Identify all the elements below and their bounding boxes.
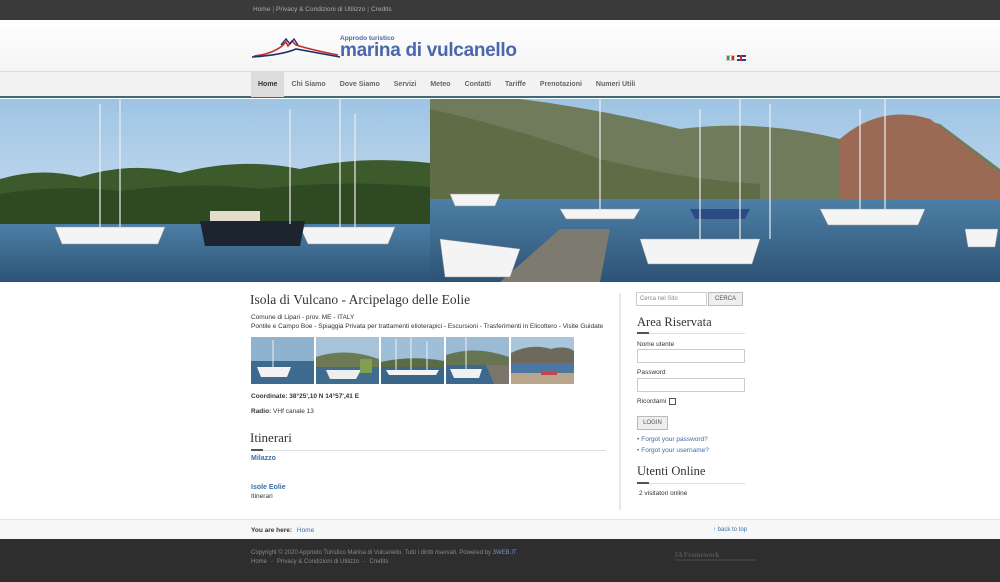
nav-item-chi-siamo[interactable]: Chi Siamo [284,72,332,97]
article-location: Comune di Lipari - prov. ME - ITALY [251,314,355,321]
column-separator [619,293,621,510]
gallery-photo[interactable] [446,337,509,384]
divider [637,483,745,484]
coordinates: Coordinate: 38°25',10 N 14°57',41 E [251,393,359,400]
remember-checkbox[interactable] [669,398,676,405]
gallery-photo[interactable] [316,337,379,384]
separator: | [367,6,369,13]
password-label: Password [637,369,666,376]
nav-item-numeri-utili[interactable]: Numeri Utili [589,72,642,97]
itinerary-link-isole-eolie[interactable]: Isole Eolie [251,484,286,491]
nav-item-dove-siamo[interactable]: Dove Siamo [333,72,387,97]
username-field[interactable] [637,349,745,363]
logo-title[interactable]: marina di vulcanello [340,40,517,62]
username-label: Nome utente [637,341,675,348]
nav-item-meteo[interactable]: Meteo [423,72,457,97]
top-link-home[interactable]: Home [253,6,270,13]
divider [251,450,606,451]
top-link-privacy[interactable]: Privacy & Condizioni di Utilizzo [276,6,365,13]
article-services: Pontile e Campo Boe - Spiaggia Privata p… [251,323,604,330]
top-links: Home | Privacy & Condizioni di Utilizzo | Cr… [253,6,392,13]
article-title: Isola di Vulcano - Arcipelago delle Eoli… [250,292,471,307]
top-link-credits[interactable]: Credits [371,6,392,13]
nav-item-home[interactable]: Home [251,72,285,97]
footer-link-privacy[interactable]: Privacy & Condizioni di Utilizzo [277,559,359,565]
divider-accent [637,332,649,334]
forgot-username-link[interactable]: Forgot your username? [641,447,709,454]
bullet-icon: • [637,447,640,454]
back-to-top-link[interactable]: ↑ back to top [713,527,747,533]
itinerari-title: Itinerari [250,430,292,445]
coordinates-label: Coordinate: [251,393,288,400]
framework-logo-text: JA Framework [674,551,719,559]
italian-flag-icon[interactable] [726,55,735,61]
login-title: Area Riservata [637,315,712,329]
site-footer: Copyright © 2020 Approdo Turistico Marin… [0,539,1000,582]
separator: - [271,559,274,565]
language-selector [726,55,746,61]
breadcrumb: You are here: Home ↑ back to top [0,519,1000,539]
powered-by-link[interactable]: 3WEB.IT [493,550,517,556]
gallery-photo[interactable] [381,337,444,384]
nav-item-contatti[interactable]: Contatti [458,72,498,97]
divider-accent [251,449,263,451]
footer-link-home[interactable]: Home [251,559,267,565]
footer-link-credits[interactable]: Credits [369,559,388,565]
copyright: Copyright © 2020 Approdo Turistico Marin… [251,550,517,556]
forgot-password-link[interactable]: Forgot your password? [641,436,707,443]
breadcrumb-trail: You are here: Home [251,527,314,534]
main-nav: Home Chi Siamo Dove Siamo Servizi Meteo … [0,72,1000,98]
top-bar: Home | Privacy & Condizioni di Utilizzo | Cr… [0,0,1000,20]
search-button[interactable]: CERCA [708,292,743,306]
footer-links: Home - Privacy & Condizioni di Utilizzo - Cr… [251,559,388,565]
radio-value: VHf canale 13 [273,408,314,415]
gallery-photo[interactable] [511,337,574,384]
remember-label: Ricordami [637,398,667,405]
nav-item-prenotazioni[interactable]: Prenotazioni [533,72,589,97]
password-field[interactable] [637,378,745,392]
copyright-text: Copyright © 2020 Approdo Turistico Marin… [251,550,493,556]
nav-item-servizi[interactable]: Servizi [387,72,424,97]
radio-info: Radio: VHf canale 13 [251,408,314,415]
search-input[interactable]: Cerca nel Sito [636,292,707,306]
itinerary-link-milazzo[interactable]: Milazzo [251,455,276,462]
gallery-photo[interactable] [251,337,314,384]
online-count: 2 visitatori online [639,490,688,497]
bullet-icon: • [637,436,640,443]
divider [637,333,745,334]
radio-label: Radio: [251,408,272,415]
online-title: Utenti Online [637,464,706,478]
nav-item-tariffe[interactable]: Tariffe [498,72,533,97]
itinerary-description: Itinerari [251,493,273,500]
volcano-logo-icon[interactable] [252,36,342,60]
divider-accent [637,482,649,484]
forgot-password-item: • Forgot your password? [637,436,708,443]
english-flag-icon[interactable] [737,55,746,61]
ja-framework-logo[interactable]: JA Framework [674,549,758,563]
breadcrumb-label: You are here: [251,527,293,534]
photo-gallery [251,337,574,384]
coordinates-value: 38°25',10 N 14°57',41 E [289,393,360,400]
separator: | [272,6,275,13]
forgot-username-item: • Forgot your username? [637,447,709,454]
separator: - [363,559,366,565]
breadcrumb-home-link[interactable]: Home [297,527,314,534]
login-button[interactable]: LOGIN [637,416,668,430]
marina-banner-image [0,99,1000,282]
